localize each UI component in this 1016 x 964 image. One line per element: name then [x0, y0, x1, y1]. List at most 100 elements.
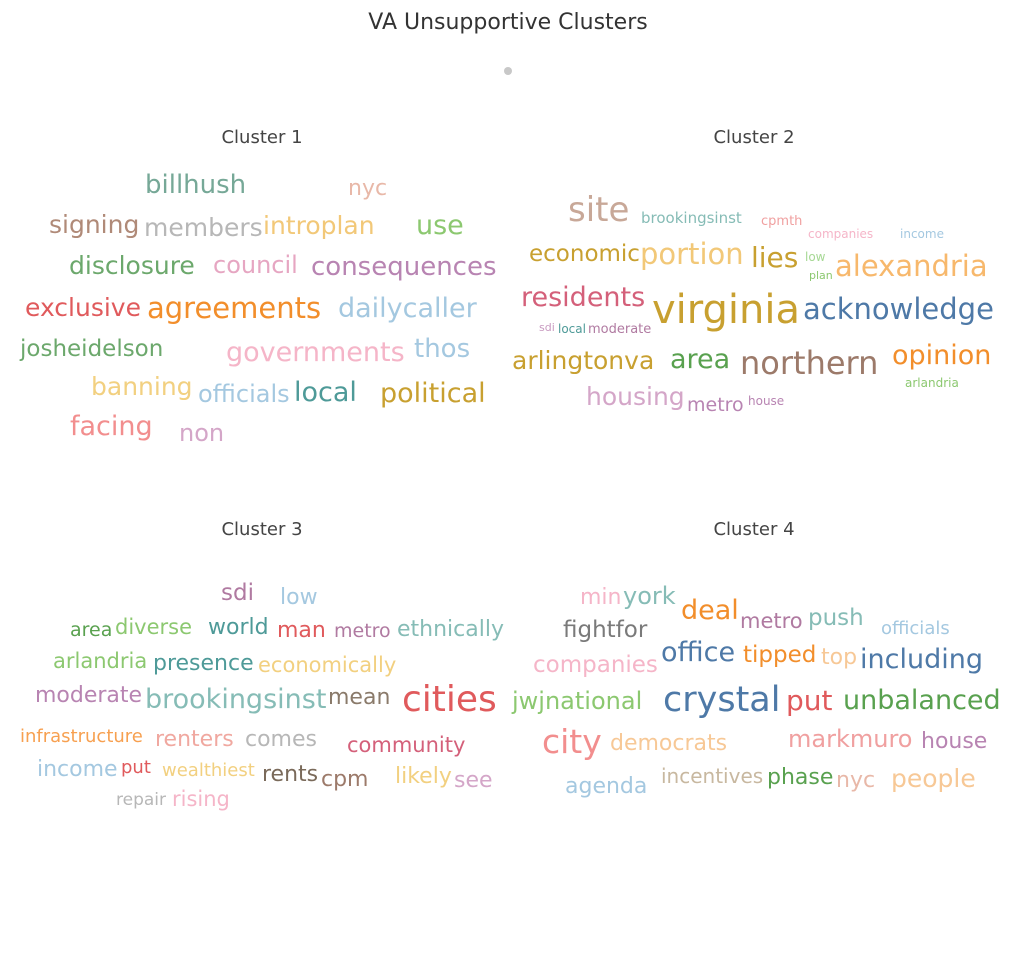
- word-local: local: [558, 322, 586, 336]
- word-likely: likely: [395, 764, 452, 789]
- word-josheidelson: josheidelson: [20, 336, 164, 362]
- word-arlingtonva: arlingtonva: [512, 346, 655, 375]
- word-area: area: [670, 344, 731, 375]
- word-infrastructure: infrastructure: [20, 726, 143, 747]
- cluster-panel-1: Cluster 1 billhush nyc signing members intro…: [17, 127, 507, 497]
- word-agreements: agreements: [147, 291, 322, 325]
- word-metro: metro: [334, 620, 391, 642]
- word-metro: metro: [740, 609, 803, 633]
- word-agenda: agenda: [565, 774, 648, 799]
- word-signing: signing: [49, 210, 140, 239]
- word-companies: companies: [808, 227, 874, 241]
- word-economically: economically: [258, 653, 397, 677]
- word-incentives: incentives: [661, 764, 764, 788]
- word-governments: governments: [226, 337, 405, 368]
- word-income: income: [37, 757, 118, 782]
- word-ethnically: ethnically: [397, 617, 504, 642]
- word-portion: portion: [640, 237, 744, 271]
- word-min: min: [580, 585, 622, 610]
- word-brookingsinst: brookingsinst: [641, 209, 742, 227]
- word-unbalanced: unbalanced: [843, 685, 1001, 716]
- word-companies: companies: [533, 652, 658, 678]
- cluster-panel-4: Cluster 4 min york deal metro push officials f…: [509, 519, 1001, 889]
- word-thos: thos: [414, 334, 471, 364]
- word-facing: facing: [70, 411, 153, 442]
- word-billhush: billhush: [145, 170, 247, 200]
- word-economic: economic: [529, 241, 640, 267]
- cluster-title: Cluster 3: [221, 519, 303, 540]
- word-rents: rents: [262, 762, 319, 787]
- word-cities: cities: [402, 679, 497, 720]
- word-people: people: [891, 764, 976, 793]
- word-use: use: [416, 210, 464, 241]
- word-comes: comes: [245, 727, 317, 752]
- word-introplan: introplan: [263, 211, 375, 240]
- word-acknowledge: acknowledge: [803, 292, 994, 326]
- word-cpm: cpm: [321, 767, 369, 792]
- word-metro: metro: [687, 394, 744, 416]
- word-diverse: diverse: [115, 615, 193, 639]
- word-democrats: democrats: [610, 731, 728, 756]
- word-mean: mean: [328, 685, 391, 710]
- word-push: push: [808, 605, 864, 631]
- word-nyc: nyc: [348, 176, 388, 201]
- word-phase: phase: [767, 765, 834, 790]
- word-put: put: [786, 684, 833, 717]
- word-area: area: [70, 619, 113, 641]
- word-local: local: [294, 377, 357, 408]
- word-crystal: crystal: [663, 680, 781, 720]
- word-alexandria: alexandria: [835, 249, 988, 283]
- word-repair: repair: [116, 790, 166, 810]
- word-sdi: sdi: [539, 321, 555, 334]
- word-put: put: [121, 757, 151, 778]
- word-lies: lies: [751, 241, 799, 274]
- word-exclusive: exclusive: [25, 293, 141, 322]
- word-markmuro: markmuro: [788, 725, 913, 753]
- word-low: low: [805, 250, 826, 264]
- word-site: site: [568, 190, 630, 230]
- word-dailycaller: dailycaller: [338, 293, 477, 324]
- word-moderate: moderate: [588, 322, 652, 337]
- word-community: community: [347, 733, 466, 757]
- word-opinion: opinion: [892, 340, 992, 371]
- word-banning: banning: [91, 372, 193, 401]
- word-man: man: [277, 618, 326, 643]
- word-deal: deal: [681, 595, 739, 626]
- word-members: members: [144, 213, 263, 242]
- word-presence: presence: [153, 651, 254, 676]
- page-indicator-dot[interactable]: [504, 67, 512, 75]
- word-officials: officials: [198, 380, 290, 408]
- cluster-title: Cluster 2: [713, 127, 795, 148]
- word-house: house: [748, 394, 785, 408]
- word-northern: northern: [740, 344, 879, 382]
- word-nyc: nyc: [836, 768, 876, 793]
- word-cpmth: cpmth: [761, 214, 803, 229]
- word-renters: renters: [155, 727, 234, 752]
- word-top: top: [821, 645, 858, 670]
- word-council: council: [213, 251, 298, 279]
- word-moderate: moderate: [35, 683, 143, 708]
- cluster-title: Cluster 1: [221, 127, 303, 148]
- word-consequences: consequences: [311, 252, 497, 282]
- cluster-panel-3: Cluster 3 sdi low area diverse world man metro…: [17, 519, 507, 889]
- word-political: political: [380, 378, 486, 409]
- word-disclosure: disclosure: [69, 251, 195, 280]
- word-city: city: [542, 722, 602, 761]
- word-virginia: virginia: [652, 287, 801, 333]
- word-low: low: [280, 585, 318, 610]
- word-arlandria: arlandria: [53, 649, 148, 673]
- word-income: income: [900, 227, 944, 241]
- word-york: york: [623, 582, 676, 610]
- word-plan: plan: [809, 269, 833, 282]
- word-residents: residents: [521, 282, 646, 313]
- cluster-panel-2: Cluster 2 site brookingsinst cpmth companie…: [509, 127, 999, 497]
- word-jwjnational: jwjnational: [512, 687, 643, 715]
- cluster-title: Cluster 4: [713, 519, 795, 540]
- word-officials: officials: [881, 618, 950, 639]
- word-see: see: [454, 768, 493, 793]
- word-including: including: [860, 644, 983, 675]
- word-arlandria: arlandria: [905, 376, 959, 390]
- word-house: house: [921, 729, 988, 754]
- word-rising: rising: [172, 787, 230, 811]
- word-office: office: [661, 637, 736, 668]
